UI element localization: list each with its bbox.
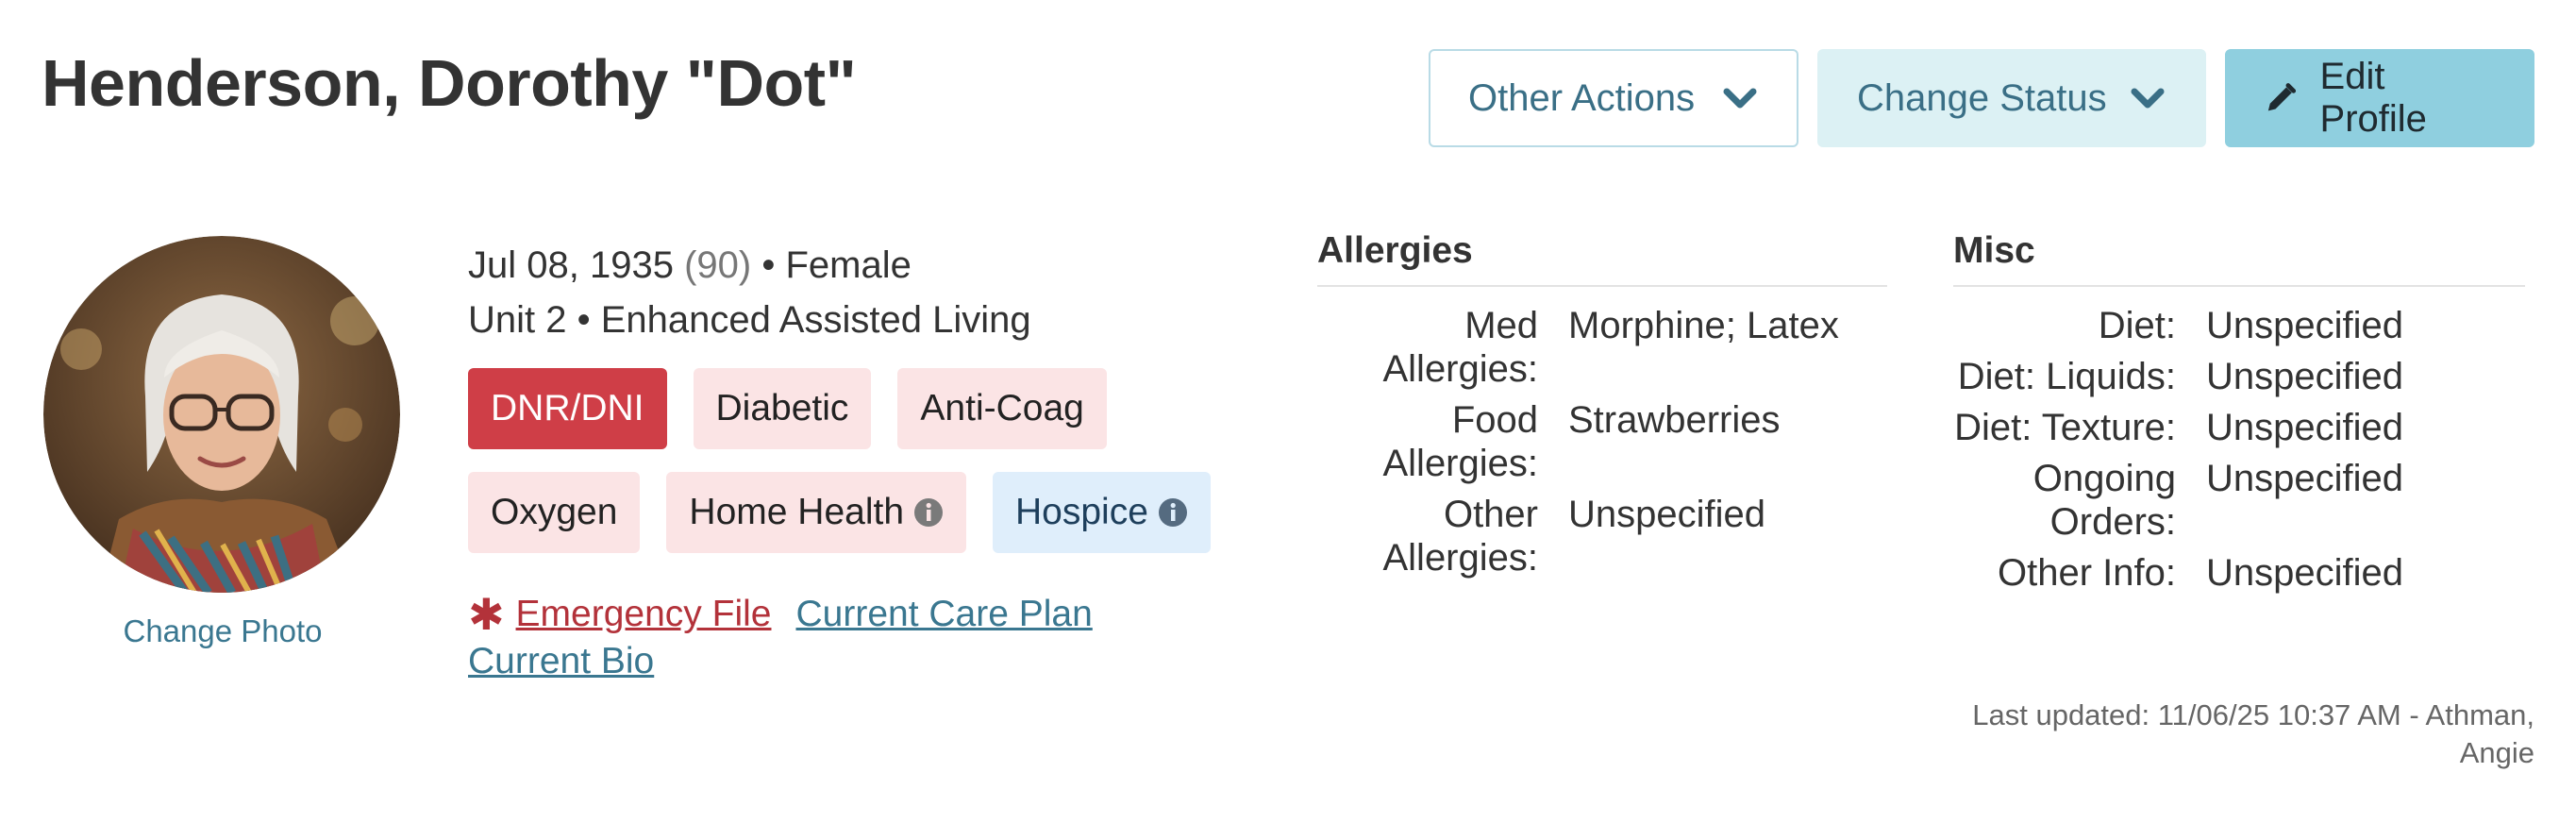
misc-value: Unspecified [2206,552,2404,594]
allergy-value: Unspecified [1568,494,1766,535]
allergy-label: Food Allergies: [1382,399,1538,484]
chevron-down-icon [1723,88,1757,109]
info-icon[interactable] [1158,497,1188,528]
page-title: Henderson, Dorothy "Dot" [42,46,857,120]
tag-label: Diabetic [715,388,849,428]
edit-profile-button[interactable]: Edit Profile [2225,49,2534,147]
allergies-section: Allergies Med Allergies: Morphine; Latex… [1317,230,1887,579]
edit-profile-label: Edit Profile [2319,56,2427,140]
misc-label: Other Info: [1998,552,2176,594]
photo-section: Change Photo [43,236,402,649]
tag-home-health[interactable]: Home Health [666,472,967,553]
current-bio-link[interactable]: Current Bio [468,641,654,681]
misc-label: Ongoing Orders: [2032,458,2176,543]
misc-value: Unspecified [2206,458,2404,499]
last-updated: Last updated: 11/06/25 10:37 AM - Athman… [1972,698,2534,769]
other-actions-button[interactable]: Other Actions [1429,49,1798,147]
patient-age: (90) [684,244,752,286]
document-links: ✱ Emergency File Current Care Plan Current… [468,591,1185,685]
tag-dnr-dni: DNR/DNI [468,368,667,449]
chevron-down-icon [2131,88,2165,109]
emergency-file-link[interactable]: Emergency File [516,594,772,634]
patient-info: Jul 08, 1935 (90) • Female Unit 2 • Enha… [468,238,1251,685]
tag-label: Home Health [689,492,905,532]
misc-value: Unspecified [2206,407,2404,448]
tag-diabetic: Diabetic [693,368,872,449]
tag-label: Hospice [1015,492,1148,532]
misc-label: Diet: Liquids: [1957,356,2176,397]
avatar [43,236,400,593]
header-actions: Other Actions Change Status Edit Profile [1429,49,2534,147]
change-status-button[interactable]: Change Status [1817,49,2206,147]
misc-label: Diet: [2098,305,2176,346]
current-care-plan-link[interactable]: Current Care Plan [795,594,1092,634]
allergy-label: Med Allergies: [1382,305,1538,390]
birth-line: Jul 08, 1935 (90) • Female [468,238,1251,293]
misc-list: Diet: Unspecified Diet: Liquids: Unspeci… [1953,304,2525,595]
allergy-value: Morphine; Latex [1568,305,1839,346]
tag-oxygen: Oxygen [468,472,641,553]
tag-label: DNR/DNI [491,388,644,428]
tag-anti-coag: Anti-Coag [897,368,1107,449]
allergies-title: Allergies [1317,230,1887,287]
patient-sex: • Female [761,244,912,286]
allergies-list: Med Allergies: Morphine; Latex Food Alle… [1317,304,1887,579]
misc-title: Misc [1953,230,2525,287]
info-icon[interactable] [913,497,944,528]
tag-label: Anti-Coag [920,388,1084,428]
change-status-label: Change Status [1857,76,2107,119]
allergy-row: Food Allergies: Strawberries [1317,398,1887,485]
allergy-value: Strawberries [1568,399,1781,441]
allergy-label: Other Allergies: [1382,494,1538,579]
misc-section: Misc Diet: Unspecified Diet: Liquids: Un… [1953,230,2525,595]
misc-value: Unspecified [2206,305,2404,346]
tag-label: Oxygen [491,492,618,532]
misc-value: Unspecified [2206,356,2404,397]
misc-row: Diet: Texture: Unspecified [1953,406,2525,449]
misc-row: Other Info: Unspecified [1953,551,2525,595]
misc-row: Diet: Liquids: Unspecified [1953,355,2525,398]
misc-row: Ongoing Orders: Unspecified [1953,457,2525,544]
allergy-row: Med Allergies: Morphine; Latex [1317,304,1887,391]
asterisk-icon: ✱ [468,590,505,639]
pencil-icon [2267,83,2297,111]
change-photo-link[interactable]: Change Photo [43,613,402,649]
status-tags: DNR/DNI Diabetic Anti-Coag Oxygen Home H… [468,368,1251,553]
patient-location: Unit 2 • Enhanced Assisted Living [468,299,1031,341]
tag-hospice[interactable]: Hospice [993,472,1211,553]
misc-row: Diet: Unspecified [1953,304,2525,347]
allergy-row: Other Allergies: Unspecified [1317,493,1887,579]
misc-label: Diet: Texture: [1954,407,2176,448]
other-actions-label: Other Actions [1468,76,1696,119]
date-of-birth: Jul 08, 1935 [468,244,674,286]
